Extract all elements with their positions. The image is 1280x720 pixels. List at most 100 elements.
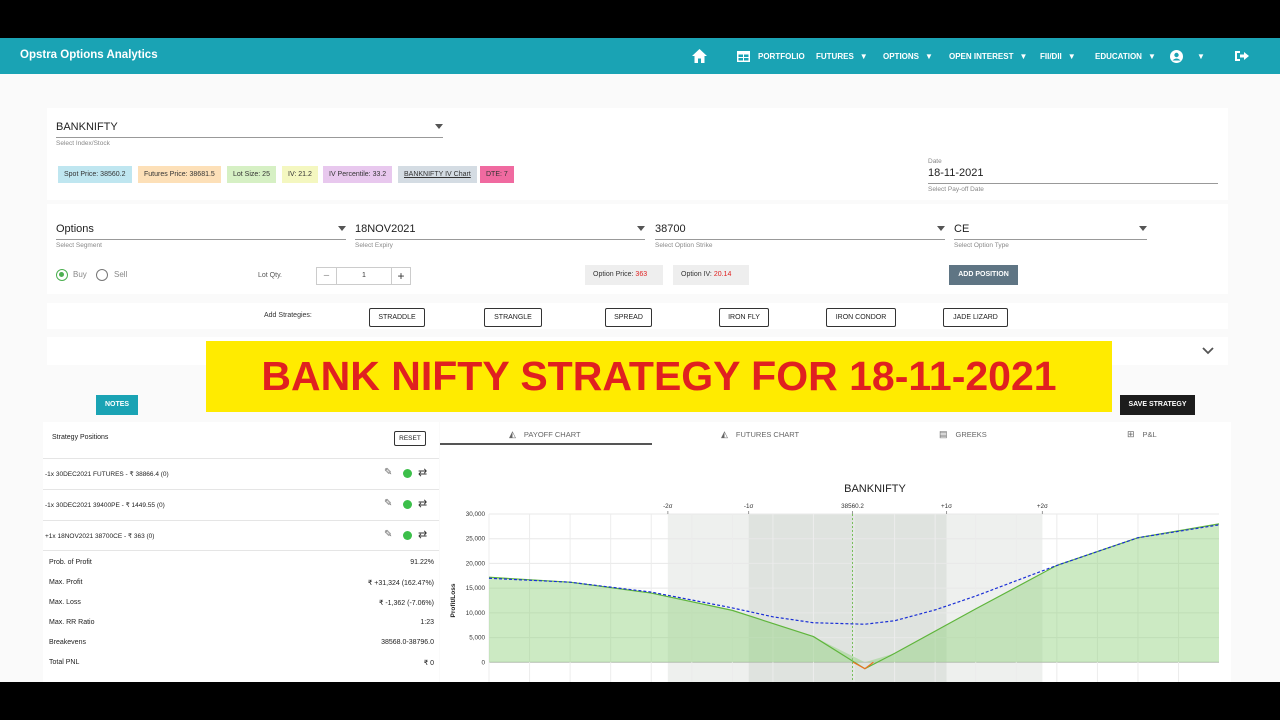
dropdown-arrow-icon xyxy=(338,226,346,231)
y-tick-label: 20,000 xyxy=(466,560,486,567)
option-iv-label: Option IV: xyxy=(681,271,712,278)
stat-prob-profit: Prob. of Profit 91.22% xyxy=(49,559,434,566)
stat-label: Breakevens xyxy=(49,639,86,646)
stat-value: 1:23 xyxy=(420,619,434,626)
stat-breakevens: Breakevens 38568.0-38796.0 xyxy=(49,639,434,646)
date-helper: Select Pay-off Date xyxy=(928,186,984,193)
index-select[interactable]: BANKNIFTY xyxy=(56,118,443,138)
chevron-down-icon[interactable] xyxy=(1202,347,1214,355)
sell-label: Sell xyxy=(114,270,128,279)
active-toggle[interactable] xyxy=(403,500,412,509)
expiry-value: 18NOV2021 xyxy=(355,223,416,235)
sigma-label: -1σ xyxy=(744,503,754,510)
edit-icon[interactable]: ✎ xyxy=(384,498,392,509)
reset-button[interactable]: RESET xyxy=(394,431,426,446)
stat-label: Max. Profit xyxy=(49,579,83,586)
spot-price-chip: Spot Price: 38560.2 xyxy=(58,166,132,183)
strike-select[interactable]: 38700 xyxy=(655,220,945,240)
payoff-chart: BANKNIFTY 30,000 25,000 20,000 15,000 10,000 5… xyxy=(450,483,1220,682)
lot-size-chip: Lot Size: 25 xyxy=(227,166,276,183)
nav-options[interactable]: OPTIONS ▼ xyxy=(883,38,933,74)
edit-icon[interactable]: ✎ xyxy=(384,529,392,540)
segment-value: Options xyxy=(56,223,94,235)
segment-select[interactable]: Options xyxy=(56,220,346,240)
sell-radio[interactable] xyxy=(96,269,108,281)
active-toggle[interactable] xyxy=(403,469,412,478)
option-price-label: Option Price: xyxy=(593,271,634,278)
stat-value: ₹ +31,324 (162.47%) xyxy=(367,580,434,587)
chevron-down-icon: ▼ xyxy=(925,51,933,61)
nav-portfolio[interactable]: PORTFOLIO xyxy=(737,38,805,74)
spread-button[interactable]: SPREAD xyxy=(605,308,652,327)
notes-button[interactable]: NOTES xyxy=(96,395,138,415)
iv-chip: IV: 21.2 xyxy=(282,166,318,183)
nav-options-label: OPTIONS xyxy=(883,51,920,61)
dropdown-arrow-icon xyxy=(637,226,645,231)
nav-open-interest-label: OPEN INTEREST xyxy=(949,51,1014,61)
app-window: Opstra Options Analytics PORTFOLIO FUTUR… xyxy=(0,38,1280,682)
straddle-button[interactable]: STRADDLE xyxy=(369,308,425,327)
plus-button[interactable]: + xyxy=(391,268,410,284)
buy-radio[interactable] xyxy=(56,269,68,281)
swap-icon[interactable]: ⇄ xyxy=(418,497,427,510)
stat-value: ₹ -1,362 (-7.06%) xyxy=(378,600,434,607)
position-text: -1x 30DEC2021 39400PE - ₹ 1449.55 (0) xyxy=(45,502,165,509)
account-icon xyxy=(1170,49,1183,63)
option-type-select[interactable]: CE xyxy=(954,220,1147,240)
lot-qty-input[interactable]: 1 xyxy=(337,268,391,284)
logout-icon[interactable] xyxy=(1235,50,1249,62)
nav-futures[interactable]: FUTURES ▼ xyxy=(816,38,868,74)
expiry-select[interactable]: 18NOV2021 xyxy=(355,220,645,240)
y-tick-label: 25,000 xyxy=(466,536,486,543)
nav-fii-dii-label: FII/DII xyxy=(1040,51,1062,61)
nav-account[interactable]: ▼ xyxy=(1170,38,1205,74)
y-tick-label: 5,000 xyxy=(469,635,485,642)
strategies-label: Add Strategies: xyxy=(264,312,312,319)
strangle-button[interactable]: STRANGLE xyxy=(484,308,542,327)
option-price-box: Option Price: 363 xyxy=(585,265,663,285)
iv-percentile-chip: IV Percentile: 33.2 xyxy=(323,166,393,183)
iron-condor-button[interactable]: IRON CONDOR xyxy=(826,308,896,327)
expiry-helper: Select Expiry xyxy=(355,242,393,249)
y-tick-label: 15,000 xyxy=(466,585,486,592)
dropdown-arrow-icon xyxy=(937,226,945,231)
app-brand[interactable]: Opstra Options Analytics xyxy=(20,49,158,61)
nav-futures-label: FUTURES xyxy=(816,51,854,61)
home-icon[interactable] xyxy=(692,49,707,63)
chevron-down-icon: ▼ xyxy=(1067,51,1076,61)
nav-open-interest[interactable]: OPEN INTEREST ▼ xyxy=(949,38,1027,74)
sigma-label: 38560.2 xyxy=(841,503,864,510)
iv-chart-link[interactable]: BANKNIFTY IV Chart xyxy=(398,166,477,183)
nav-education[interactable]: EDUCATION ▼ xyxy=(1095,38,1156,74)
date-field[interactable]: 18-11-2021 xyxy=(928,164,1218,184)
lot-qty-label: Lot Qty. xyxy=(258,272,282,279)
positions-title: Strategy Positions xyxy=(52,434,109,441)
y-axis-label: Profit/Loss xyxy=(450,583,457,617)
nav-fii-dii[interactable]: FII/DII ▼ xyxy=(1040,38,1076,74)
dropdown-arrow-icon xyxy=(1139,226,1147,231)
stat-label: Max. RR Ratio xyxy=(49,619,95,626)
swap-icon[interactable]: ⇄ xyxy=(418,528,427,541)
y-tick-label: 30,000 xyxy=(466,511,486,518)
chevron-down-icon: ▼ xyxy=(1147,51,1156,61)
minus-button[interactable]: − xyxy=(317,268,337,284)
position-text: +1x 18NOV2021 38700CE - ₹ 363 (0) xyxy=(45,533,155,540)
stat-value: 38568.0-38796.0 xyxy=(381,639,434,646)
option-price-value: 363 xyxy=(635,271,648,278)
iron-fly-button[interactable]: IRON FLY xyxy=(719,308,769,327)
dte-chip: DTE: 7 xyxy=(480,166,514,183)
chevron-down-icon: ▼ xyxy=(1019,51,1028,61)
position-row: -1x 30DEC2021 39400PE - ₹ 1449.55 (0) ✎ … xyxy=(43,489,439,520)
y-tick-label: 0 xyxy=(481,659,485,666)
stat-label: Max. Loss xyxy=(49,599,81,606)
stat-label: Prob. of Profit xyxy=(49,559,92,566)
sigma-label: +2σ xyxy=(1037,503,1048,510)
edit-icon[interactable]: ✎ xyxy=(384,467,392,478)
index-select-helper: Select Index/Stock xyxy=(56,140,110,147)
save-strategy-button[interactable]: SAVE STRATEGY xyxy=(1120,395,1195,415)
add-position-button[interactable]: ADD POSITION xyxy=(949,265,1018,285)
swap-icon[interactable]: ⇄ xyxy=(418,466,427,479)
jade-lizard-button[interactable]: JADE LIZARD xyxy=(943,308,1008,327)
active-toggle[interactable] xyxy=(403,531,412,540)
nav-education-label: EDUCATION xyxy=(1095,51,1142,61)
